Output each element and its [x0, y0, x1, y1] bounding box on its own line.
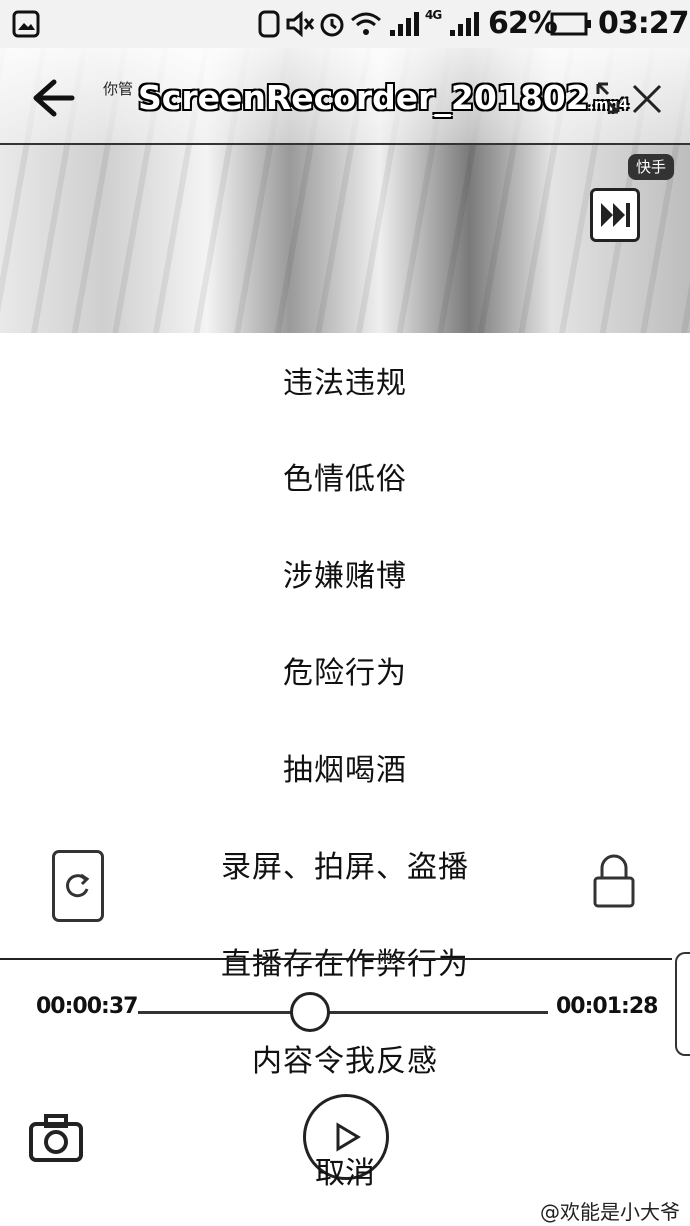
rotate-screen-button[interactable]: [52, 850, 104, 922]
battery-percent: 62%: [488, 6, 558, 41]
video-preview[interactable]: 你管 ScreenRecorder_201802.mp4 快手: [0, 48, 690, 333]
total-time: 00:01:28: [556, 994, 658, 1019]
signal-icon-2: [450, 12, 479, 36]
skip-button[interactable]: [590, 188, 640, 242]
reason-offensive[interactable]: 内容令我反感: [0, 1032, 690, 1092]
rotate-icon: [66, 873, 90, 898]
wifi-icon: [351, 12, 381, 35]
expand-icon[interactable]: [594, 80, 622, 116]
mute-icon: [286, 10, 315, 38]
clock: 03:27: [598, 6, 689, 41]
gallery-icon: [12, 10, 40, 38]
divider: [0, 958, 672, 960]
reason-illegal[interactable]: 违法违规: [0, 354, 690, 414]
status-bar: 4G 62% 03:27: [0, 0, 690, 48]
skip-forward-icon: [601, 203, 630, 227]
lock-icon[interactable]: [590, 852, 638, 910]
reason-dangerous[interactable]: 危险行为: [0, 644, 690, 704]
reason-smoking-drinking[interactable]: 抽烟喝酒: [0, 741, 690, 801]
current-time: 00:00:37: [36, 994, 138, 1019]
video-subtitle: 你管: [103, 80, 134, 98]
nfc-icon: [258, 10, 280, 38]
battery-icon: [550, 12, 591, 36]
close-icon[interactable]: [630, 82, 664, 116]
video-title-text: ScreenRecorder_201802: [138, 78, 589, 117]
reason-cheating[interactable]: 直播存在作弊行为: [0, 935, 690, 995]
reason-gambling[interactable]: 涉嫌赌博: [0, 547, 690, 607]
alarm-icon: [320, 13, 344, 37]
watermark: @欢能是小大爷: [540, 1200, 680, 1224]
seek-bar[interactable]: [138, 1011, 548, 1014]
side-panel-handle[interactable]: [675, 952, 690, 1056]
kuaishou-badge: 快手: [628, 154, 674, 180]
video-top-bar: 你管 ScreenRecorder_201802.mp4: [0, 48, 690, 145]
video-title: ScreenRecorder_201802.mp4: [138, 78, 628, 117]
network-type: 4G: [425, 8, 442, 22]
reason-vulgar[interactable]: 色情低俗: [0, 450, 690, 510]
cancel-button[interactable]: 取消: [0, 1148, 690, 1192]
signal-icon-1: [390, 12, 419, 36]
back-arrow-icon[interactable]: [28, 76, 76, 120]
seek-thumb[interactable]: [290, 992, 331, 1032]
